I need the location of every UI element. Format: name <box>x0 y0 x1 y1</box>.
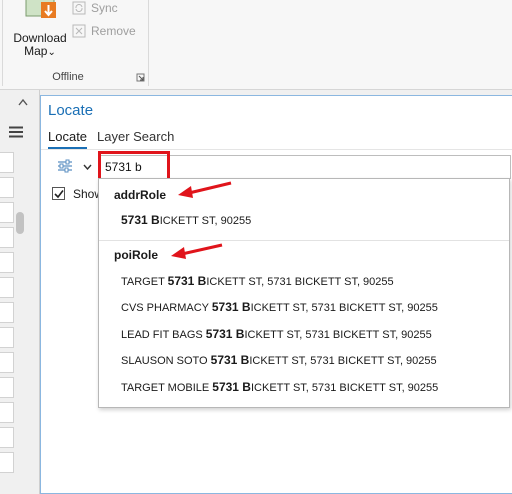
chevron-up-icon[interactable] <box>18 98 28 106</box>
left-list-cell[interactable] <box>0 227 14 248</box>
suggestion-match: 5731 B <box>211 300 251 314</box>
sync-label: Sync <box>91 1 118 15</box>
left-list-cell[interactable] <box>0 452 14 473</box>
annotation-arrow-icon <box>178 181 232 198</box>
ribbon-separator-left <box>2 0 3 86</box>
left-list-cell[interactable] <box>0 427 14 448</box>
suggestion-group-divider <box>99 240 509 241</box>
left-list-cell[interactable] <box>0 352 14 373</box>
suggestion-item[interactable]: TARGET MOBILE 5731 BICKETT ST, 5731 BICK… <box>121 380 438 394</box>
download-map-button[interactable]: Download Map⌄ <box>8 32 72 59</box>
suggestion-group-header: addrRole <box>114 188 167 202</box>
download-map-label-line2: Map <box>24 44 48 58</box>
tab-divider <box>41 149 512 150</box>
annotation-arrow-icon <box>171 243 223 259</box>
left-list-cell[interactable] <box>0 202 14 223</box>
suggestion-match: 5731 B <box>212 380 251 394</box>
download-map-label-line1: Download <box>13 31 67 45</box>
suggestion-rest: ICKETT ST, 5731 BICKETT ST, 90255 <box>250 382 439 394</box>
suggestion-prefix: LEAD FIT BAGS <box>121 329 206 341</box>
remove-label: Remove <box>91 24 136 38</box>
settings-sliders-icon[interactable] <box>57 159 73 173</box>
suggestion-item[interactable]: CVS PHARMACY 5731 BICKETT ST, 5731 BICKE… <box>121 300 438 314</box>
download-map-icon[interactable] <box>24 0 58 22</box>
suggestion-match: 5731 B <box>205 327 245 341</box>
suggestion-prefix: CVS PHARMACY <box>121 302 212 314</box>
suggestion-rest: ICKETT ST, 90255 <box>159 215 252 227</box>
show-checkbox-label: Show <box>73 187 99 201</box>
ribbon: Download Map⌄ Sync Remove Offline <box>0 0 512 90</box>
suggestion-match: 5731 B <box>210 353 250 367</box>
chevron-down-icon[interactable] <box>83 164 92 170</box>
suggestion-group-header: poiRole <box>114 248 158 262</box>
tab-locate[interactable]: Locate <box>48 129 88 149</box>
suggestion-prefix: SLAUSON SOTO <box>121 355 211 367</box>
dialog-launcher-icon[interactable] <box>136 73 145 82</box>
menu-icon[interactable] <box>9 126 23 138</box>
suggestion-rest: ICKETT ST, 5731 BICKETT ST, 90255 <box>249 355 437 367</box>
offline-group-label: Offline <box>52 71 84 83</box>
remove-button[interactable]: Remove <box>72 23 136 39</box>
suggestion-rest: ICKETT ST, 5731 BICKETT ST, 90255 <box>206 276 394 288</box>
sync-button[interactable]: Sync <box>72 0 118 16</box>
chevron-down-icon: ⌄ <box>47 47 56 58</box>
sync-icon <box>72 1 86 15</box>
suggestion-match: 5731 B <box>121 213 160 227</box>
pane-title: Locate <box>48 102 94 119</box>
left-list-cell[interactable] <box>0 152 14 173</box>
left-list-cell[interactable] <box>0 177 14 198</box>
left-list-cell[interactable] <box>0 402 14 423</box>
left-list-cell[interactable] <box>0 252 14 273</box>
left-list-cell[interactable] <box>0 277 14 298</box>
suggestion-match: 5731 B <box>167 274 207 288</box>
left-list-cell[interactable] <box>0 327 14 348</box>
left-pane-scrollbar[interactable] <box>16 212 24 234</box>
suggestion-rest: ICKETT ST, 5731 BICKETT ST, 90255 <box>250 302 438 314</box>
suggestion-rest: ICKETT ST, 5731 BICKETT ST, 90255 <box>244 329 432 341</box>
left-pane-list <box>0 152 14 477</box>
highlight-box <box>98 151 170 181</box>
suggestion-item[interactable]: SLAUSON SOTO 5731 BICKETT ST, 5731 BICKE… <box>121 353 437 367</box>
left-list-cell[interactable] <box>0 377 14 398</box>
remove-icon <box>72 24 86 38</box>
check-icon <box>54 190 64 199</box>
suggestion-item[interactable]: LEAD FIT BAGS 5731 BICKETT ST, 5731 BICK… <box>121 327 432 341</box>
suggestion-item[interactable]: TARGET 5731 BICKETT ST, 5731 BICKETT ST,… <box>121 274 394 288</box>
left-list-cell[interactable] <box>0 302 14 323</box>
ribbon-separator-right <box>148 0 149 86</box>
suggestion-item[interactable]: 5731 BICKETT ST, 90255 <box>121 213 251 227</box>
suggestion-prefix: TARGET MOBILE <box>121 382 213 394</box>
tab-layer-search[interactable]: Layer Search <box>97 129 174 144</box>
show-checkbox[interactable] <box>52 187 65 200</box>
left-pane-strip <box>0 90 40 494</box>
suggestion-dropdown: addrRole 5731 BICKETT ST, 90255 poiRole … <box>98 178 510 408</box>
suggestion-prefix: TARGET <box>121 276 168 288</box>
